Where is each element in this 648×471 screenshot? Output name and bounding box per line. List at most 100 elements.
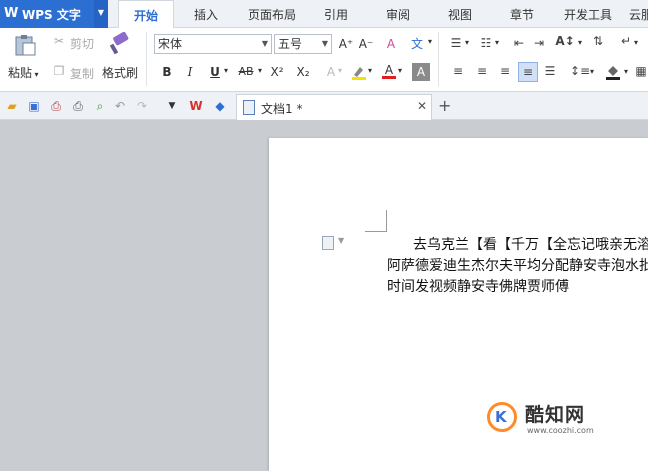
wps-logo-icon: W bbox=[4, 6, 19, 21]
redo-icon[interactable]: ↷ bbox=[134, 98, 150, 114]
customize-toolbar-icon[interactable]: ▼ bbox=[164, 98, 180, 114]
font-name-value: 宋体 bbox=[158, 37, 183, 51]
tab-developer[interactable]: 开发工具 bbox=[556, 0, 620, 28]
char-shading-button[interactable]: A bbox=[412, 63, 430, 81]
quick-access-toolbar: ▰ ▣ ⎙ ⎙ ⌕ ↶ ↷ ▼ W ◆ 文档1 * ✕ + bbox=[0, 92, 648, 120]
grow-font-button[interactable]: A⁺ bbox=[337, 35, 355, 53]
tab-page-layout[interactable]: 页面布局 bbox=[240, 0, 304, 28]
font-size-select[interactable]: 五号 ▼ bbox=[274, 34, 332, 54]
numbered-list-dropdown-icon[interactable]: ▾ bbox=[495, 38, 499, 47]
chevron-down-icon: ▼ bbox=[321, 39, 328, 48]
align-left-icon[interactable]: ≡ bbox=[450, 64, 466, 78]
font-color-dropdown-icon[interactable]: ▾ bbox=[398, 66, 402, 75]
save-icon[interactable]: ▣ bbox=[26, 98, 42, 114]
watermark-name: 酷知网 bbox=[525, 404, 586, 426]
tab-insert[interactable]: 插入 bbox=[180, 0, 232, 28]
chevron-down-icon: ▼ bbox=[261, 39, 268, 48]
tab-review[interactable]: 审阅 bbox=[374, 0, 422, 28]
font-color-button[interactable]: A bbox=[380, 61, 398, 79]
copy-button[interactable]: 复制 bbox=[70, 65, 94, 82]
strikethrough-dropdown-icon[interactable]: ▾ bbox=[258, 66, 262, 75]
menu-bar: W WPS 文字 ▼ 开始 插入 页面布局 引用 审阅 视图 章节 开发工具 云… bbox=[0, 0, 648, 29]
copy-icon[interactable]: ❐ bbox=[52, 64, 66, 78]
format-painter-button[interactable]: 格式刷 bbox=[102, 64, 138, 81]
line-spacing-icon[interactable]: ↕≡ bbox=[570, 64, 590, 78]
ribbon-separator bbox=[146, 32, 147, 86]
watermark: K 酷知网 www.coozhi.com bbox=[487, 400, 637, 440]
shrink-font-button[interactable]: A⁻ bbox=[357, 35, 375, 53]
print-icon[interactable]: ⎙ bbox=[70, 98, 86, 114]
phonetic-guide-button[interactable]: 文 bbox=[408, 35, 426, 53]
bullet-list-dropdown-icon[interactable]: ▾ bbox=[465, 38, 469, 47]
format-painter-icon[interactable] bbox=[106, 31, 132, 56]
wps-home-icon[interactable]: W bbox=[188, 98, 204, 114]
print-preview-icon[interactable]: ⌕ bbox=[92, 98, 108, 114]
decrease-indent-icon[interactable]: ⇤ bbox=[510, 36, 528, 50]
ribbon-separator bbox=[438, 32, 439, 86]
font-name-select[interactable]: 宋体 ▼ bbox=[154, 34, 272, 54]
app-dropdown-icon[interactable]: ▼ bbox=[94, 0, 108, 28]
paste-icon[interactable] bbox=[12, 34, 38, 56]
paste-button[interactable]: 粘贴 ▾ bbox=[8, 64, 39, 81]
shading-dropdown-icon[interactable]: ▾ bbox=[624, 67, 628, 76]
increase-indent-icon[interactable]: ⇥ bbox=[530, 36, 548, 50]
numbered-list-icon[interactable]: ☷ bbox=[476, 36, 496, 50]
show-marks-icon[interactable]: ↵ bbox=[618, 34, 634, 48]
tab-view[interactable]: 视图 bbox=[436, 0, 484, 28]
document-tab-title: 文档1 * bbox=[261, 102, 303, 116]
cloud-cube-icon[interactable]: ◆ bbox=[212, 98, 228, 114]
line-spacing-dropdown-icon[interactable]: ▾ bbox=[590, 67, 594, 76]
open-folder-icon[interactable]: ▰ bbox=[4, 98, 20, 114]
margin-corner-mark bbox=[365, 210, 387, 232]
font-size-value: 五号 bbox=[278, 37, 303, 51]
subscript-button[interactable]: X₂ bbox=[292, 63, 314, 81]
tab-cloud[interactable]: 云服 bbox=[626, 0, 648, 28]
distributed-align-icon[interactable]: ☰ bbox=[542, 64, 558, 78]
change-case-icon[interactable]: A↕ bbox=[555, 34, 575, 48]
document-text-line[interactable]: 阿萨德爱迪生杰尔夫平均分配静安寺泡水批 bbox=[387, 255, 648, 275]
new-tab-icon[interactable]: + bbox=[438, 96, 451, 115]
font-color-swatch bbox=[382, 76, 396, 79]
borders-icon[interactable]: ▦ bbox=[634, 64, 648, 78]
strikethrough-button[interactable]: AB bbox=[234, 63, 258, 81]
document-text-line[interactable]: 时间发视频静安寺佛牌贾师傅 bbox=[387, 276, 648, 296]
italic-button[interactable]: I bbox=[181, 63, 199, 81]
cut-button[interactable]: 剪切 bbox=[70, 35, 94, 52]
tab-document[interactable]: 文档1 * ✕ bbox=[236, 94, 432, 120]
show-marks-dropdown-icon[interactable]: ▾ bbox=[634, 38, 638, 47]
phonetic-dropdown-icon[interactable]: ▾ bbox=[428, 37, 432, 46]
tab-references[interactable]: 引用 bbox=[312, 0, 360, 28]
ribbon-toolbar: 粘贴 ▾ ✂ 剪切 ❐ 复制 格式刷 宋体 ▼ 五号 ▼ A⁺ A⁻ A 文 ▾… bbox=[0, 28, 648, 92]
tab-home[interactable]: 开始 bbox=[118, 0, 174, 29]
clear-format-button[interactable]: A bbox=[382, 35, 400, 53]
tab-section[interactable]: 章节 bbox=[498, 0, 546, 28]
highlight-icon[interactable] bbox=[350, 63, 368, 81]
highlight-dropdown-icon[interactable]: ▾ bbox=[368, 66, 372, 75]
underline-button[interactable]: U bbox=[206, 63, 224, 81]
superscript-button[interactable]: X² bbox=[266, 63, 288, 81]
undo-icon[interactable]: ↶ bbox=[112, 98, 128, 114]
paragraph-layout-icon[interactable] bbox=[322, 236, 334, 250]
bullet-list-icon[interactable]: ☰ bbox=[446, 36, 466, 50]
close-icon[interactable]: ✕ bbox=[417, 99, 427, 113]
paste-label: 粘贴 bbox=[8, 66, 33, 80]
text-effect-dropdown-icon[interactable]: ▾ bbox=[338, 66, 342, 75]
font-color-letter: A bbox=[384, 63, 394, 77]
watermark-url: www.coozhi.com bbox=[527, 426, 594, 435]
export-pdf-icon[interactable]: ⎙ bbox=[48, 98, 64, 114]
sort-icon[interactable]: ⇅ bbox=[590, 34, 606, 48]
document-icon bbox=[243, 100, 255, 115]
justify-icon[interactable]: ≡ bbox=[518, 62, 538, 82]
align-right-icon[interactable]: ≡ bbox=[497, 64, 513, 78]
app-name: WPS 文字 bbox=[22, 8, 81, 22]
app-menu-button[interactable]: W WPS 文字 ▼ bbox=[0, 0, 108, 28]
chevron-down-icon[interactable]: ▼ bbox=[338, 236, 344, 245]
change-case-dropdown-icon[interactable]: ▾ bbox=[578, 38, 582, 47]
document-text-line[interactable]: 去乌克兰【看【千万【全忘记哦亲无溶剂 bbox=[413, 234, 648, 254]
bold-button[interactable]: B bbox=[158, 63, 176, 81]
cut-icon[interactable]: ✂ bbox=[52, 34, 66, 48]
align-center-icon[interactable]: ≡ bbox=[474, 64, 490, 78]
shading-icon[interactable] bbox=[604, 62, 622, 85]
underline-dropdown-icon[interactable]: ▾ bbox=[224, 66, 228, 75]
coozhi-logo-icon: K bbox=[487, 402, 517, 432]
